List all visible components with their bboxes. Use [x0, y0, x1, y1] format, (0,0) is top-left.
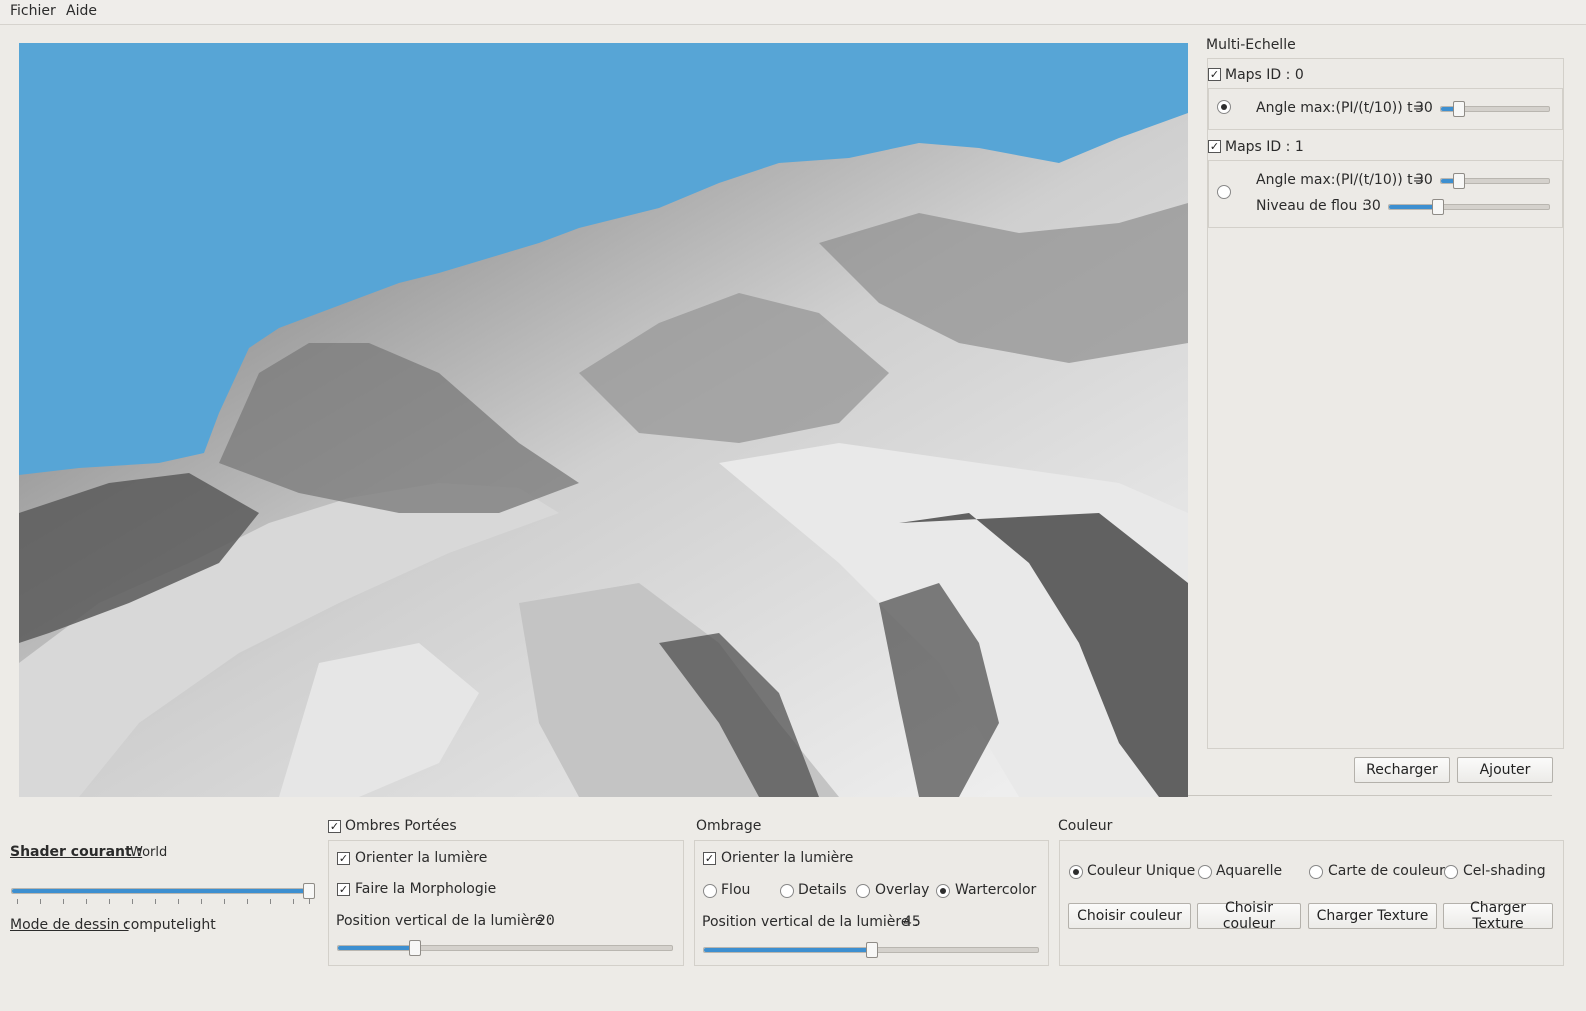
reload-button[interactable]: Recharger — [1354, 757, 1450, 783]
maps-1-label: Maps ID : 1 — [1225, 139, 1304, 155]
color-title: Couleur — [1058, 818, 1113, 834]
maps-0-angle-value: 30 — [1415, 100, 1433, 116]
maps-1-checkbox[interactable]: ✓ — [1208, 140, 1221, 153]
choose-color-button-1[interactable]: Choisir couleur — [1068, 903, 1191, 929]
shading-mode-watercolor-radio[interactable] — [936, 884, 950, 898]
draw-mode-label: Mode de dessin : — [10, 917, 129, 933]
shading-orient-label: Orienter la lumière — [721, 850, 854, 866]
shading-mode-watercolor-label: Wartercolor — [955, 882, 1037, 898]
shadows-orient-checkbox[interactable]: ✓ — [337, 852, 350, 865]
maps-0-label: Maps ID : 0 — [1225, 67, 1304, 83]
menu-help[interactable]: Aide — [66, 3, 97, 19]
shading-position-label: Position vertical de la lumière : — [702, 914, 919, 930]
load-texture-button-2[interactable]: Charger Texture — [1443, 900, 1553, 932]
color-mode-colormap-radio[interactable] — [1309, 865, 1323, 879]
maps-0-checkbox[interactable]: ✓ — [1208, 68, 1221, 81]
shading-mode-details-label: Details — [798, 882, 847, 898]
maps-1-angle-value: 30 — [1415, 172, 1433, 188]
maps-0-angle-label: Angle max:(PI/(t/10)) t= — [1256, 100, 1425, 116]
shading-position-value: 45 — [903, 914, 921, 930]
shading-mode-flou-label: Flou — [721, 882, 751, 898]
shader-current-value: World — [130, 845, 168, 860]
shadows-morphology-checkbox[interactable]: ✓ — [337, 883, 350, 896]
load-texture-button-1[interactable]: Charger Texture — [1308, 903, 1437, 929]
shadows-morphology-label: Faire la Morphologie — [355, 881, 497, 897]
multiscale-title: Multi-Echelle — [1206, 37, 1296, 53]
shading-title: Ombrage — [696, 818, 762, 834]
color-mode-celshading-radio[interactable] — [1444, 865, 1458, 879]
add-button[interactable]: Ajouter — [1457, 757, 1553, 783]
terrain-render — [19, 113, 1188, 797]
maps-1-radio[interactable] — [1217, 185, 1231, 199]
shadows-position-value: 20 — [537, 913, 555, 929]
menu-bar: Fichier Aide — [0, 0, 1586, 25]
draw-mode-value: computelight — [123, 917, 216, 933]
shading-mode-overlay-radio[interactable] — [856, 884, 870, 898]
shadows-checkbox[interactable]: ✓ — [328, 820, 341, 833]
choose-color-button-2[interactable]: Choisir couleur — [1197, 900, 1301, 932]
maps-1-blur-label: Niveau de flou : — [1256, 198, 1367, 214]
color-mode-aquarelle-label: Aquarelle — [1216, 863, 1283, 879]
maps-1-angle-label: Angle max:(PI/(t/10)) t= — [1256, 172, 1425, 188]
color-mode-colormap-label: Carte de couleur — [1328, 863, 1445, 879]
color-mode-celshading-label: Cel-shading — [1463, 863, 1546, 879]
color-mode-unique-radio[interactable] — [1069, 865, 1083, 879]
shading-mode-overlay-label: Overlay — [875, 882, 930, 898]
color-mode-aquarelle-radio[interactable] — [1198, 865, 1212, 879]
shadows-position-label: Position vertical de la lumière : — [336, 913, 553, 929]
shader-current-label: Shader courant : — [10, 844, 143, 860]
menu-file[interactable]: Fichier — [10, 3, 56, 19]
color-mode-unique-label: Couleur Unique — [1087, 863, 1196, 879]
shading-mode-details-radio[interactable] — [780, 884, 794, 898]
shadows-title: Ombres Portées — [345, 818, 457, 834]
shading-orient-checkbox[interactable]: ✓ — [703, 852, 716, 865]
shadows-orient-label: Orienter la lumière — [355, 850, 488, 866]
divider — [1188, 795, 1552, 796]
maps-1-blur-value: 30 — [1363, 198, 1381, 214]
maps-1-frame — [1208, 160, 1563, 228]
terrain-viewport[interactable] — [19, 43, 1188, 797]
shading-mode-flou-radio[interactable] — [703, 884, 717, 898]
maps-0-radio[interactable] — [1217, 100, 1231, 114]
